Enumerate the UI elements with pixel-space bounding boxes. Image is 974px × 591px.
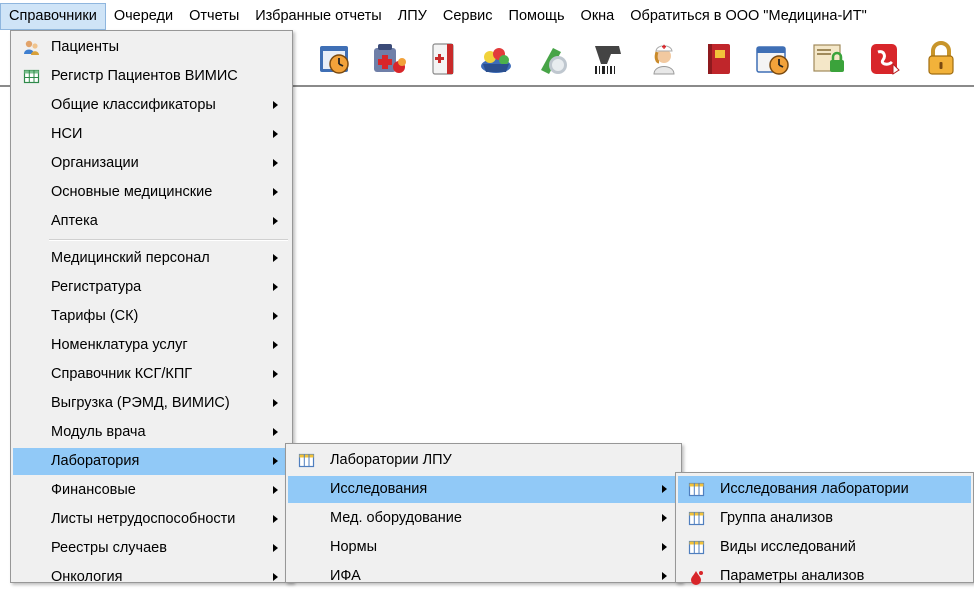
menu-item-sick-leave[interactable]: Листы нетрудоспособности <box>13 506 290 533</box>
menu-item-medical-staff[interactable]: Медицинский персонал <box>13 245 290 272</box>
menu-item-laboratory-studies[interactable]: Исследования лаборатории <box>678 476 971 503</box>
menu-item-ksg-kpg[interactable]: Справочник КСГ/КПГ <box>13 361 290 388</box>
grid-table-icon <box>23 68 40 85</box>
submenu-arrow-icon <box>273 130 278 138</box>
submenu-arrow-icon <box>273 544 278 552</box>
menu-item-tariffs[interactable]: Тарифы (СК) <box>13 303 290 330</box>
menu-item-general-classifiers[interactable]: Общие классификаторы <box>13 92 290 119</box>
menu-item-lpu-laboratories[interactable]: Лаборатории ЛПУ <box>288 447 679 474</box>
capsule-icon[interactable] <box>533 40 571 78</box>
nurse-icon[interactable] <box>645 40 683 78</box>
red-book-icon[interactable] <box>700 40 738 78</box>
menu-item-financial[interactable]: Финансовые <box>13 477 290 504</box>
menu-item-studies[interactable]: Исследования <box>288 476 679 503</box>
calendar-clock-icon[interactable] <box>754 40 792 78</box>
menu-item-vimis-register[interactable]: Регистр Пациентов ВИМИС <box>13 63 290 90</box>
menu-item-export-remd-vimis[interactable]: Выгрузка (РЭМД, ВИМИС) <box>13 390 290 417</box>
pills-basket-icon[interactable] <box>477 40 515 78</box>
medical-kit-icon[interactable] <box>370 40 408 78</box>
menu-item-oncology[interactable]: Онкология <box>13 564 290 591</box>
lock-document-icon[interactable] <box>810 40 848 78</box>
menu-item-norms[interactable]: Нормы <box>288 534 679 561</box>
submenu-arrow-icon <box>662 514 667 522</box>
menu-item-study-types[interactable]: Виды исследований <box>678 534 971 561</box>
menu-pomosch[interactable]: Помощь <box>501 3 573 30</box>
menu-item-patients[interactable]: Пациенты <box>13 34 290 61</box>
menu-item-registry[interactable]: Регистратура <box>13 274 290 301</box>
submenu-arrow-icon <box>273 312 278 320</box>
blood-drop-icon <box>688 568 705 585</box>
submenu-arrow-icon <box>273 341 278 349</box>
menu-item-pharmacy[interactable]: Аптека <box>13 208 290 235</box>
submenu-arrow-icon <box>273 101 278 109</box>
menu-otchety[interactable]: Отчеты <box>181 3 247 30</box>
menu-item-analysis-group[interactable]: Группа анализов <box>678 505 971 532</box>
table-icon <box>298 452 315 469</box>
menu-okna[interactable]: Окна <box>573 3 623 30</box>
menu-separator <box>49 239 288 241</box>
menu-item-case-registers[interactable]: Реестры случаев <box>13 535 290 562</box>
barcode-scanner-icon[interactable] <box>589 40 627 78</box>
menu-item-medical-equipment[interactable]: Мед. оборудование <box>288 505 679 532</box>
pdf-icon[interactable] <box>866 40 904 78</box>
menu-item-analysis-parameters[interactable]: Параметры анализов <box>678 563 971 590</box>
submenu-arrow-icon <box>273 159 278 167</box>
submenu-arrow-icon <box>273 188 278 196</box>
menu-spravochniki[interactable]: Справочники <box>0 3 106 30</box>
menu-item-laboratory[interactable]: Лаборатория <box>13 448 290 475</box>
submenu-arrow-icon <box>273 399 278 407</box>
submenu-arrow-icon <box>273 515 278 523</box>
medical-cabinet-icon[interactable] <box>424 40 462 78</box>
table-icon <box>688 510 705 527</box>
submenu-arrow-icon <box>273 283 278 291</box>
submenu-arrow-icon <box>273 573 278 581</box>
padlock-icon[interactable] <box>922 40 960 78</box>
menu-obratitsya[interactable]: Обратиться в ООО "Медицина-ИТ" <box>622 3 874 30</box>
menu-item-services-nomenclature[interactable]: Номенклатура услуг <box>13 332 290 359</box>
menubar: Справочники Очереди Отчеты Избранные отч… <box>0 0 974 33</box>
submenu-arrow-icon <box>273 217 278 225</box>
menu-item-nsi[interactable]: НСИ <box>13 121 290 148</box>
menu-spravochniki-dropdown: Пациенты Регистр Пациентов ВИМИС Общие к… <box>10 30 293 585</box>
menu-lpu[interactable]: ЛПУ <box>390 3 435 30</box>
menu-laboratory-submenu: Лаборатории ЛПУ Исследования Мед. оборуд… <box>285 443 682 584</box>
menu-izbrannye-otchety[interactable]: Избранные отчеты <box>247 3 389 30</box>
menu-item-ifa[interactable]: ИФА <box>288 563 679 590</box>
table-icon <box>688 539 705 556</box>
menu-item-main-medical[interactable]: Основные медицинские <box>13 179 290 206</box>
table-icon <box>688 481 705 498</box>
submenu-arrow-icon <box>273 370 278 378</box>
menu-item-organizations[interactable]: Организации <box>13 150 290 177</box>
submenu-arrow-icon <box>273 457 278 465</box>
patient-icon <box>23 39 40 56</box>
submenu-arrow-icon <box>662 543 667 551</box>
menu-servis[interactable]: Сервис <box>435 3 501 30</box>
submenu-arrow-icon <box>662 572 667 580</box>
menu-item-doctor-module[interactable]: Модуль врача <box>13 419 290 446</box>
submenu-arrow-icon <box>273 428 278 436</box>
submenu-arrow-icon <box>273 486 278 494</box>
calendar-clock-icon[interactable] <box>316 40 354 78</box>
submenu-arrow-icon <box>662 485 667 493</box>
menu-studies-submenu: Исследования лаборатории Группа анализов… <box>675 472 974 585</box>
submenu-arrow-icon <box>273 254 278 262</box>
menu-ocheredi[interactable]: Очереди <box>106 3 181 30</box>
